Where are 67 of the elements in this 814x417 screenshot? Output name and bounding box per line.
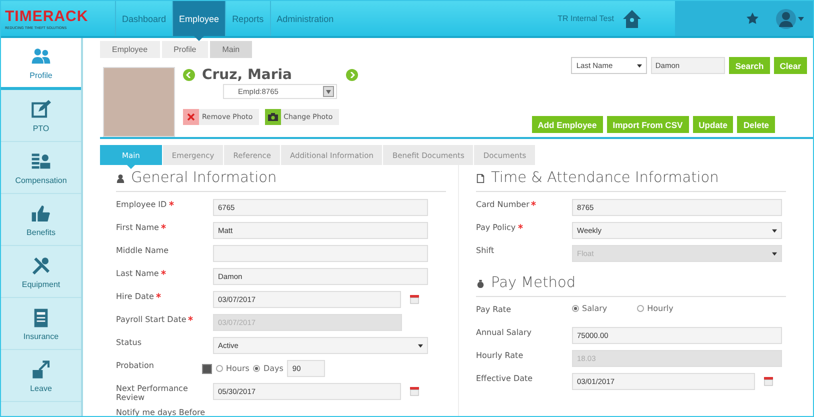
field-label: Shift (476, 245, 494, 256)
sidebar-item[interactable]: Leave (1, 350, 81, 402)
radio-option[interactable]: Hours (216, 364, 250, 373)
sidebar-item[interactable]: Equipment (1, 246, 81, 298)
star-icon[interactable] (746, 12, 759, 25)
chevron-left-icon (186, 72, 192, 78)
field-label: Pay Rate (476, 304, 511, 315)
photo-placeholder (103, 67, 175, 137)
close-icon (187, 113, 195, 121)
thumb-icon (31, 202, 51, 224)
organization-name: TR Internal Test (558, 14, 614, 23)
field-label: Card Number (476, 199, 530, 210)
sidebar-item[interactable]: PTO (1, 90, 81, 142)
breadcrumb-item[interactable]: Main (210, 41, 252, 58)
next-button[interactable] (346, 69, 358, 81)
field-label: Payroll Start Date (116, 314, 186, 325)
sidebar-item[interactable]: Benefits (1, 194, 81, 246)
camera-icon (268, 113, 278, 121)
logo: TIMERACK (5, 8, 90, 24)
chevron-right-icon (348, 72, 355, 78)
radio-option[interactable]: Hourly (637, 304, 674, 313)
pointer-icon (194, 36, 204, 41)
user-avatar-icon[interactable] (775, 8, 805, 30)
person-icon (116, 174, 125, 182)
field-label: Notify me days Before (116, 406, 206, 416)
field-label: Middle Name (116, 245, 169, 256)
caret-icon (772, 228, 777, 232)
sidebar-item[interactable]: Insurance (1, 298, 81, 350)
employee-name: Cruz, Maria (202, 67, 292, 83)
sidebar-item[interactable]: Profile (1, 38, 81, 90)
caret-icon (637, 64, 642, 68)
field-label: Last Name (116, 268, 159, 279)
nav-tab[interactable]: Administration (270, 1, 340, 36)
radio-option[interactable]: Salary (572, 304, 608, 313)
tools-icon (31, 254, 51, 276)
field-label: Pay Policy (476, 222, 516, 233)
radio-option[interactable]: Days (253, 364, 284, 373)
calendar-icon[interactable] (410, 387, 419, 396)
field-label: Probation (116, 360, 154, 371)
home-icon[interactable] (622, 8, 642, 28)
pointer-icon (126, 165, 135, 169)
field-label: Hourly Rate (476, 350, 524, 361)
field-label: Effective Date (476, 373, 533, 384)
money-bag-icon (476, 278, 485, 288)
section-title: Time & Attendance Information (491, 170, 719, 186)
breadcrumb-item[interactable]: Employee (100, 41, 160, 58)
field-label: Annual Salary (476, 327, 532, 338)
field-label: Next Performance Review (116, 383, 189, 403)
section-title: General Information (131, 170, 277, 186)
previous-button[interactable] (183, 69, 195, 81)
checkbox[interactable] (202, 364, 212, 374)
breadcrumb-item[interactable]: Profile (162, 41, 208, 58)
text-field[interactable] (213, 245, 428, 262)
section-title: Pay Method (491, 275, 576, 291)
field-label: Status (116, 337, 142, 348)
document-icon (476, 174, 485, 182)
nav-tab[interactable]: Reports (225, 1, 270, 36)
field-label: Employee ID (116, 199, 167, 210)
caret-icon (772, 252, 777, 256)
field-label: First Name (116, 222, 159, 233)
caret-icon (326, 90, 331, 94)
sidebar-item[interactable]: Compensation (1, 142, 81, 194)
calendar-icon[interactable] (764, 377, 773, 386)
edit-icon (31, 98, 51, 120)
field-label: Hire Date (116, 291, 154, 302)
calendar-icon[interactable] (410, 295, 419, 304)
caret-icon (418, 344, 423, 348)
